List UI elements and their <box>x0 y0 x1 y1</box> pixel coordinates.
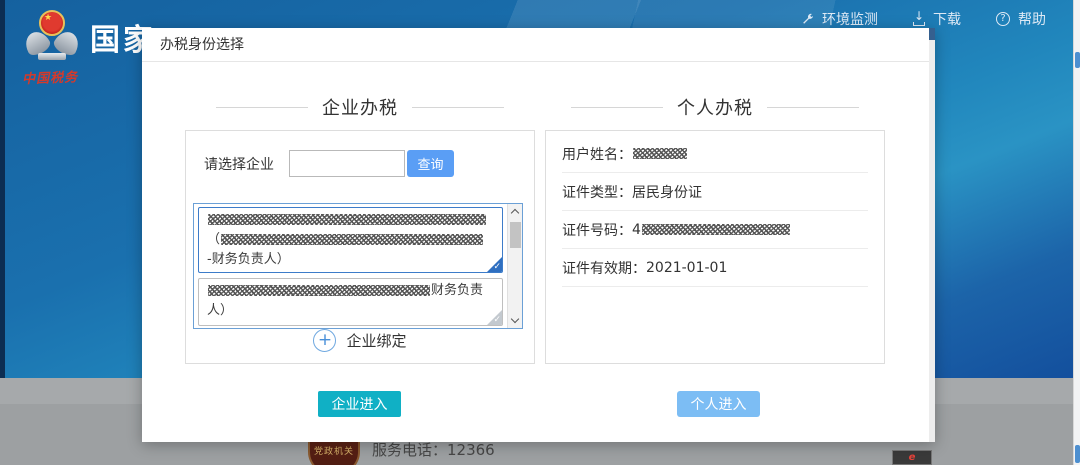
enterprise-panel: 请选择企业 查询 （ -财务负责人） ✓ 财务负 <box>185 130 535 364</box>
list-item-visible-text: 财务负责 <box>431 283 483 298</box>
list-scrollbar[interactable] <box>507 204 522 328</box>
personal-enter-button[interactable]: 个人进入 <box>677 391 760 417</box>
scrollbar-thumb[interactable] <box>929 28 935 40</box>
menu-item-label: 环境监测 <box>822 9 878 29</box>
scroll-down-arrow-icon[interactable] <box>511 315 519 323</box>
certification-badge: e <box>892 450 932 465</box>
enterprise-section-header: 企业办税 <box>185 94 535 120</box>
enterprise-section-title: 企业办税 <box>322 94 398 120</box>
menu-item-help[interactable]: ? 帮助 <box>995 9 1046 29</box>
menu-item-environment[interactable]: 环境监测 <box>799 9 878 29</box>
enterprise-listbox: （ -财务负责人） ✓ 财务负责 人） ✓ <box>193 203 523 329</box>
background-left-strip <box>0 0 5 378</box>
menu-item-label: 帮助 <box>1018 9 1046 29</box>
list-item-visible-text: 人） <box>207 303 233 318</box>
redacted-text <box>208 285 430 296</box>
download-icon: ↓ <box>912 12 926 26</box>
logo-caption: 中国税务 <box>22 64 153 88</box>
scrollbar-thumb[interactable] <box>1075 52 1080 68</box>
enterprise-search-input[interactable] <box>289 150 405 177</box>
redacted-text <box>633 148 687 159</box>
menu-item-label: 下载 <box>933 9 961 29</box>
tax-emblem-logo: ★ <box>26 10 78 58</box>
personal-section-title: 个人办税 <box>677 94 753 120</box>
redacted-text <box>642 224 790 235</box>
plus-circle-icon: + <box>313 329 336 352</box>
redacted-text <box>208 214 486 225</box>
page-scrollbar[interactable] <box>1073 0 1080 465</box>
select-enterprise-label: 请选择企业 <box>204 154 274 174</box>
enterprise-bind-link[interactable]: + 企业绑定 <box>186 329 534 352</box>
personal-section-header: 个人办税 <box>545 94 885 120</box>
scrollbar-thumb[interactable] <box>510 222 521 248</box>
scrollbar-thumb[interactable] <box>1075 445 1080 463</box>
user-name-row: 用户姓名： <box>562 135 868 173</box>
tax-identity-dialog: 办税身份选择 企业办税 请选择企业 查询 （ <box>142 28 935 442</box>
brand-block: ★ 中国税务 <box>22 10 152 85</box>
cert-type-row: 证件类型： 居民身份证 <box>562 173 868 211</box>
dialog-title: 办税身份选择 <box>142 28 935 62</box>
cert-number-row: 证件号码： 4 <box>562 211 868 249</box>
redacted-text <box>221 234 483 245</box>
cert-validity-row: 证件有效期： 2021-01-01 <box>562 249 868 287</box>
menu-item-download[interactable]: ↓ 下载 <box>912 9 961 29</box>
list-item-visible-text: -财务负责人） <box>207 252 290 267</box>
personal-panel: 用户姓名： 证件类型： 居民身份证 证件号码： 4 证件有效期： <box>545 130 885 364</box>
scroll-up-arrow-icon[interactable] <box>511 209 519 217</box>
help-icon: ? <box>995 11 1011 27</box>
service-phone: 服务电话：12366 <box>372 439 495 460</box>
query-button[interactable]: 查询 <box>407 150 454 177</box>
top-menu: 环境监测 ↓ 下载 ? 帮助 <box>799 9 1046 29</box>
enterprise-list-item[interactable]: 财务负责 人） ✓ <box>198 278 503 326</box>
enterprise-list-item[interactable]: （ -财务负责人） ✓ <box>198 207 503 273</box>
enterprise-enter-button[interactable]: 企业进入 <box>318 391 401 417</box>
wrench-icon <box>799 11 815 27</box>
